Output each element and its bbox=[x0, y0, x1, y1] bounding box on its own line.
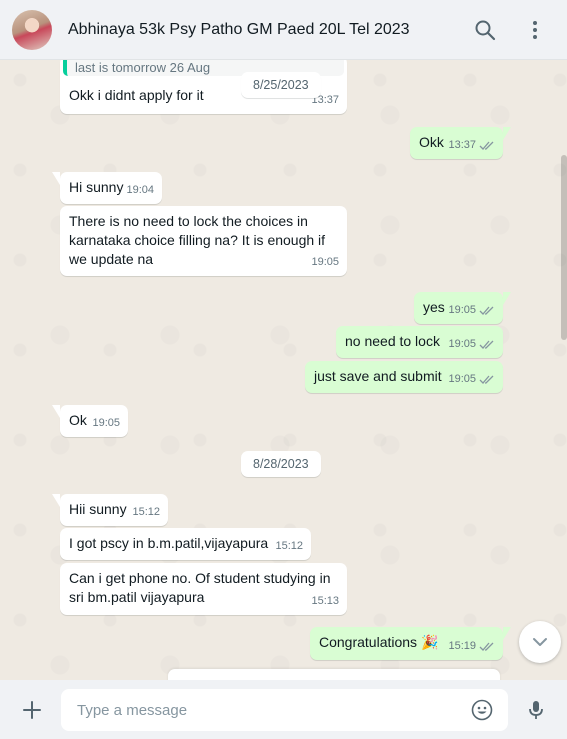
message-text: Hii sunny bbox=[69, 501, 127, 517]
message-meta: 19:05 bbox=[448, 301, 495, 320]
message-bubble-incoming[interactable]: Ok 19:05 bbox=[52, 405, 128, 437]
plus-icon[interactable] bbox=[20, 698, 44, 722]
message-bubble-outgoing[interactable]: just save and submit 19:05 bbox=[305, 361, 503, 393]
message-time: 15:19 bbox=[448, 640, 476, 652]
message-input-box[interactable] bbox=[61, 689, 508, 731]
chevron-down-icon bbox=[533, 638, 547, 646]
composer-bar bbox=[0, 680, 567, 739]
message-meta: 19:05 bbox=[448, 335, 495, 354]
message-input[interactable] bbox=[77, 700, 457, 720]
message-meta: 19:05 bbox=[92, 414, 120, 433]
avatar[interactable] bbox=[12, 10, 52, 50]
double-check-icon bbox=[479, 306, 494, 315]
message-meta: 19:04 bbox=[126, 181, 154, 200]
message-text: Ok bbox=[69, 412, 87, 428]
message-text: Can i get phone no. Of student studying … bbox=[69, 570, 331, 605]
search-icon[interactable] bbox=[473, 18, 497, 42]
message-time: 15:12 bbox=[132, 506, 160, 518]
double-check-icon bbox=[479, 340, 494, 349]
quoted-message-text: last is tomorrow 26 Aug bbox=[75, 60, 211, 75]
message-meta: 15:19 bbox=[448, 637, 495, 656]
message-text: There is no need to lock the choices in … bbox=[69, 213, 326, 267]
menu-icon[interactable] bbox=[523, 18, 547, 42]
message-text: I got pscy in b.m.patil,vijayapura bbox=[69, 535, 269, 551]
message-meta: 15:12 bbox=[132, 503, 160, 522]
double-check-icon bbox=[479, 375, 494, 384]
message-time: 15:13 bbox=[311, 595, 339, 607]
message-bubble-incoming[interactable]: Hii sunny 15:12 bbox=[52, 494, 168, 526]
message-time: 19:05 bbox=[311, 256, 339, 268]
date-chip-label: 8/28/2023 bbox=[253, 457, 309, 471]
message-text: no need to lock bbox=[345, 333, 440, 349]
message-time: 19:05 bbox=[448, 373, 476, 385]
message-bubble-outgoing[interactable]: Okk 13:37 bbox=[410, 127, 511, 159]
message-bubble-incoming[interactable]: There is no need to lock the choices in … bbox=[60, 206, 347, 276]
chat-title[interactable]: Abhinaya 53k Psy Patho GM Paed 20L Tel 2… bbox=[68, 21, 410, 39]
message-time: 19:05 bbox=[448, 304, 476, 316]
message-time: 19:05 bbox=[448, 338, 476, 350]
message-text: yes bbox=[423, 299, 445, 315]
emoji-icon[interactable] bbox=[470, 698, 494, 722]
date-chip-label: 8/25/2023 bbox=[253, 78, 309, 92]
message-meta: 13:37 bbox=[448, 136, 495, 155]
message-text: Okk i didnt apply for it bbox=[69, 87, 204, 103]
message-meta: 19:05 bbox=[311, 253, 339, 272]
date-chip: 8/25/2023 bbox=[241, 72, 321, 98]
message-bubble-incoming[interactable]: Hi sunny 19:04 bbox=[52, 172, 162, 204]
double-check-icon bbox=[479, 642, 494, 651]
message-bubble-outgoing[interactable]: Congratulations 🎉 15:19 bbox=[310, 627, 511, 660]
chat-pane[interactable]: last is tomorrow 26 Aug Okk i didnt appl… bbox=[0, 60, 567, 680]
microphone-icon[interactable] bbox=[524, 698, 548, 722]
message-text: Congratulations 🎉 bbox=[319, 634, 439, 650]
scroll-to-bottom-button[interactable] bbox=[519, 621, 561, 663]
date-chip: 8/28/2023 bbox=[241, 451, 321, 477]
partial-message-card[interactable] bbox=[168, 669, 500, 680]
message-bubble-incoming[interactable]: Can i get phone no. Of student studying … bbox=[60, 563, 347, 615]
message-time: 19:05 bbox=[92, 417, 120, 429]
message-text: just save and submit bbox=[314, 368, 442, 384]
message-meta: 19:05 bbox=[448, 370, 495, 389]
message-bubble-incoming[interactable]: I got pscy in b.m.patil,vijayapura 15:12 bbox=[60, 528, 311, 560]
message-meta: 15:13 bbox=[311, 592, 339, 611]
message-bubble-outgoing[interactable]: yes 19:05 bbox=[414, 292, 511, 324]
message-time: 13:37 bbox=[448, 139, 476, 151]
scrollbar[interactable] bbox=[561, 155, 567, 340]
double-check-icon bbox=[479, 141, 494, 150]
message-text: Hi sunny bbox=[69, 179, 124, 195]
message-bubble-outgoing[interactable]: no need to lock 19:05 bbox=[336, 326, 503, 358]
message-time: 15:12 bbox=[275, 540, 303, 552]
message-text: Okk bbox=[419, 134, 444, 150]
message-meta: 15:12 bbox=[275, 537, 303, 556]
message-time: 19:04 bbox=[126, 184, 154, 196]
chat-header: Abhinaya 53k Psy Patho GM Paed 20L Tel 2… bbox=[0, 0, 567, 60]
